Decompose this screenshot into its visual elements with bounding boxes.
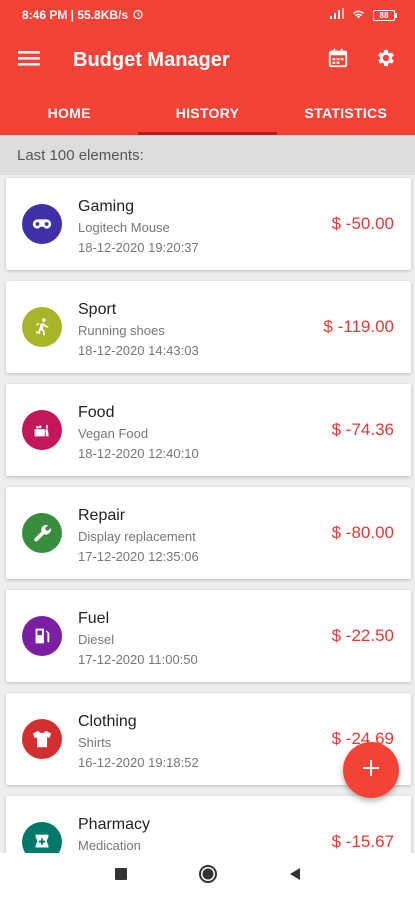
back-icon[interactable]: [288, 867, 302, 886]
pharmacy-icon: [22, 822, 62, 853]
calendar-icon[interactable]: [327, 47, 349, 74]
transaction-date: 18-12-2020 19:20:37: [78, 240, 199, 255]
app-bar: Budget Manager: [0, 30, 415, 90]
transaction-description: Logitech Mouse: [78, 220, 170, 235]
transaction-card[interactable]: Sport Running shoes 18-12-2020 14:43:03 …: [6, 281, 411, 373]
running-icon: [22, 307, 62, 347]
transaction-description: Display replacement: [78, 529, 196, 544]
transaction-card[interactable]: Food Vegan Food 18-12-2020 12:40:10 $ -7…: [6, 384, 411, 476]
shirt-icon: [22, 719, 62, 759]
plus-icon: [362, 759, 380, 782]
transaction-description: Diesel: [78, 632, 115, 647]
transaction-date: 18-12-2020 14:43:03: [78, 343, 199, 358]
transaction-card[interactable]: Gaming Logitech Mouse 18-12-2020 19:20:3…: [6, 178, 411, 270]
transaction-description: Running shoes: [78, 323, 165, 338]
status-bar: 8:46 PM | 55.8KB/s 88: [0, 0, 415, 30]
transaction-category: Gaming: [78, 198, 135, 215]
tab-statistics[interactable]: STATISTICS: [277, 90, 415, 135]
home-icon[interactable]: [198, 864, 218, 889]
status-time: 8:46 PM | 55.8KB/s: [22, 8, 129, 22]
transaction-card[interactable]: Fuel Diesel 17-12-2020 11:00:50 $ -22.50: [6, 590, 411, 682]
transaction-description: Shirts: [78, 735, 112, 750]
system-nav-bar: [0, 853, 415, 900]
battery-icon: 88: [373, 9, 397, 21]
transaction-description: Vegan Food: [78, 426, 149, 441]
battery-level: 88: [373, 9, 395, 21]
transaction-date: 18-12-2020 12:40:10: [78, 446, 199, 461]
tab-bar: HOME HISTORY STATISTICS: [0, 90, 415, 135]
transaction-category: Repair: [78, 507, 126, 524]
gear-icon[interactable]: [375, 47, 397, 74]
transaction-category: Food: [78, 404, 115, 421]
transaction-amount: $ -15.67: [331, 832, 394, 851]
tab-home[interactable]: HOME: [0, 90, 138, 135]
gamepad-icon: [22, 204, 62, 244]
add-transaction-button[interactable]: [343, 742, 399, 798]
transaction-date: 17-12-2020 12:35:06: [78, 549, 199, 564]
transaction-amount: $ -119.00: [323, 317, 394, 336]
fuel-icon: [22, 616, 62, 656]
transaction-amount: $ -22.50: [331, 626, 394, 645]
recents-icon[interactable]: [114, 867, 128, 886]
signal-icon: [330, 8, 344, 22]
transaction-amount: $ -50.00: [331, 214, 394, 233]
transaction-category: Pharmacy: [78, 816, 151, 833]
transaction-date: 17-12-2020 11:00:50: [78, 652, 198, 667]
transaction-date: 16-12-2020 19:18:52: [78, 755, 199, 770]
transaction-amount: $ -80.00: [331, 523, 394, 542]
transaction-category: Clothing: [78, 713, 137, 730]
app-title: Budget Manager: [73, 48, 230, 71]
transaction-category: Fuel: [78, 610, 110, 627]
transaction-card[interactable]: Repair Display replacement 17-12-2020 12…: [6, 487, 411, 579]
section-header: Last 100 elements:: [0, 135, 415, 175]
wifi-icon: [351, 8, 366, 22]
wrench-icon: [22, 513, 62, 553]
menu-icon[interactable]: [18, 49, 40, 72]
food-icon: [22, 410, 62, 450]
transaction-category: Sport: [78, 301, 117, 318]
transaction-description: Medication: [78, 838, 141, 853]
tab-history[interactable]: HISTORY: [138, 90, 277, 135]
transaction-card[interactable]: Pharmacy Medication $ -15.67: [6, 796, 411, 853]
alarm-icon: [132, 8, 144, 23]
transaction-amount: $ -74.36: [331, 420, 394, 439]
